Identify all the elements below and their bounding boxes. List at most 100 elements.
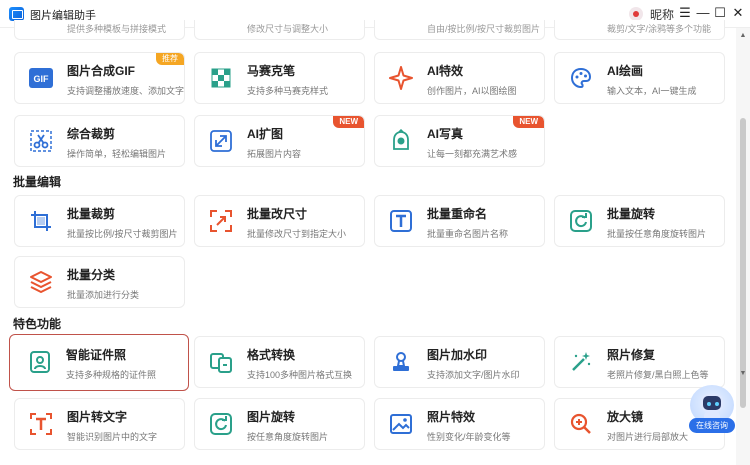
robot-eye xyxy=(707,402,711,406)
feature-card-photo-effect[interactable]: 照片特效 性别变化/年龄变化等 xyxy=(374,398,545,450)
avatar[interactable] xyxy=(629,7,643,21)
feature-card-rotate[interactable]: 图片旋转 按任意角度旋转图片 xyxy=(194,398,365,450)
feature-card-ai-effect[interactable]: AI特效 创作图片，AI以图绘图 xyxy=(374,52,545,104)
card-desc: 批量添加进行分类 xyxy=(67,290,140,300)
restore-icon xyxy=(567,348,595,376)
card-desc: 提供多种模板与拼接模式 xyxy=(67,24,167,34)
card-title: 批量旋转 xyxy=(607,207,656,221)
card-desc: 批量按任意角度旋转图片 xyxy=(607,229,707,239)
feature-card-partial[interactable]: 修改尺寸与调整大小 xyxy=(194,20,365,40)
feature-card-mosaic[interactable]: 马赛克笔 支持多种马赛克样式 xyxy=(194,52,365,104)
card-title: 图片加水印 xyxy=(427,348,488,362)
new-badge: NEW xyxy=(333,116,364,128)
feature-card-batch-rotate[interactable]: 批量旋转 批量按任意角度旋转图片 xyxy=(554,195,725,247)
batch-resize-icon xyxy=(207,207,235,235)
card-title: AI特效 xyxy=(427,64,464,78)
feature-card-ai-painting[interactable]: AI绘画 输入文本，AI一键生成 xyxy=(554,52,725,104)
card-title: 图片合成GIF xyxy=(67,64,135,78)
card-desc: 让每一刻都充满艺术感 xyxy=(427,149,518,159)
feature-card-gif[interactable]: GIF 图片合成GIF 支持调整播放速度、添加文字 推荐 xyxy=(14,52,185,104)
card-desc: 支持多种规格的证件照 xyxy=(66,370,157,380)
card-desc: 支持调整播放速度、添加文字 xyxy=(67,86,185,96)
feature-card-watermark[interactable]: 图片加水印 支持添加文字/图片水印 xyxy=(374,336,545,388)
card-desc: 性别变化/年龄变化等 xyxy=(427,432,511,442)
online-consult-button[interactable]: 在线咨询 xyxy=(689,418,735,433)
card-desc: 智能识别图片中的文字 xyxy=(67,432,158,442)
card-desc: 支持添加文字/图片水印 xyxy=(427,370,520,380)
feature-card-ocr[interactable]: 图片转文字 智能识别图片中的文字 xyxy=(14,398,185,450)
menu-button[interactable]: ☰ xyxy=(677,5,693,21)
card-title: 格式转换 xyxy=(247,348,296,362)
app-logo-icon xyxy=(9,7,24,21)
card-desc: 自由/按比例/按尺寸裁剪图片 xyxy=(427,24,541,34)
feature-card-partial[interactable]: 裁剪/文字/涂鸦等多个功能 xyxy=(554,20,725,40)
palette-icon xyxy=(567,64,595,92)
feature-card-partial[interactable]: 提供多种模板与拼接模式 xyxy=(14,20,185,40)
online-consult-widget[interactable]: 在线咨询 xyxy=(689,385,735,435)
maximize-button[interactable]: ☐ xyxy=(712,5,728,21)
section-title-batch: 批量编辑 xyxy=(13,175,62,189)
minimize-button[interactable]: — xyxy=(695,5,711,21)
card-title: 马赛克笔 xyxy=(247,64,296,78)
feature-card-photo-restore[interactable]: 照片修复 老照片修复/黑白照上色等 xyxy=(554,336,725,388)
card-title: 放大镜 xyxy=(607,410,644,424)
batch-classify-icon xyxy=(27,268,55,296)
card-title: AI写真 xyxy=(427,127,464,141)
card-desc: 修改尺寸与调整大小 xyxy=(247,24,329,34)
card-title: 照片特效 xyxy=(427,410,476,424)
feature-card-ai-portrait[interactable]: AI写真 让每一刻都充满艺术感 NEW xyxy=(374,115,545,167)
mosaic-icon xyxy=(207,64,235,92)
id-photo-icon xyxy=(26,348,54,376)
batch-rename-icon xyxy=(387,207,415,235)
format-convert-icon xyxy=(207,348,235,376)
feature-card-batch-resize[interactable]: 批量改尺寸 批量修改尺寸到指定大小 xyxy=(194,195,365,247)
feature-card-batch-classify[interactable]: 批量分类 批量添加进行分类 xyxy=(14,256,185,308)
expand-icon xyxy=(207,127,235,155)
ocr-icon xyxy=(27,410,55,438)
batch-rotate-icon xyxy=(567,207,595,235)
card-title: AI扩图 xyxy=(247,127,284,141)
card-desc: 支持100多种图片格式互换 xyxy=(247,370,353,380)
card-title: 批量重命名 xyxy=(427,207,488,221)
batch-crop-icon xyxy=(27,207,55,235)
card-title: 批量分类 xyxy=(67,268,116,282)
feature-card-id-photo[interactable]: 智能证件照 支持多种规格的证件照 xyxy=(9,334,189,391)
card-title: AI绘画 xyxy=(607,64,644,78)
gif-icon: GIF xyxy=(27,64,55,92)
robot-eye xyxy=(715,402,719,406)
watermark-icon xyxy=(387,348,415,376)
feature-card-partial[interactable]: 自由/按比例/按尺寸裁剪图片 xyxy=(374,20,545,40)
card-desc: 老照片修复/黑白照上色等 xyxy=(607,370,709,380)
card-desc: 输入文本，AI一键生成 xyxy=(607,86,697,96)
card-title: 批量改尺寸 xyxy=(247,207,308,221)
card-title: 批量裁剪 xyxy=(67,207,116,221)
scroll-down-arrow-icon[interactable]: ▼ xyxy=(736,368,750,380)
section-title-special: 特色功能 xyxy=(13,317,62,331)
card-title: 智能证件照 xyxy=(66,348,127,362)
portrait-icon xyxy=(387,127,415,155)
feature-card-ai-expand[interactable]: AI扩图 拓展图片内容 NEW xyxy=(194,115,365,167)
feature-card-batch-rename[interactable]: 批量重命名 批量重命名图片名称 xyxy=(374,195,545,247)
card-title: 图片转文字 xyxy=(67,410,128,424)
card-desc: 批量重命名图片名称 xyxy=(427,229,509,239)
card-desc: 对图片进行局部放大 xyxy=(607,432,689,442)
feature-card-crop[interactable]: 综合裁剪 操作简单，轻松编辑图片 xyxy=(14,115,185,167)
robot-head xyxy=(701,394,723,412)
scrollbar-thumb[interactable] xyxy=(740,118,746,408)
feature-card-format-convert[interactable]: 格式转换 支持100多种图片格式互换 xyxy=(194,336,365,388)
photo-effect-icon xyxy=(387,410,415,438)
close-button[interactable]: ✕ xyxy=(730,5,746,21)
card-desc: 操作简单，轻松编辑图片 xyxy=(67,149,167,159)
card-title: 综合裁剪 xyxy=(67,127,116,141)
card-desc: 创作图片，AI以图绘图 xyxy=(427,86,517,96)
rotate-icon xyxy=(207,410,235,438)
feature-card-batch-crop[interactable]: 批量裁剪 批量按比例/按尺寸裁剪图片 xyxy=(14,195,185,247)
new-badge: NEW xyxy=(513,116,544,128)
magnifier-icon xyxy=(567,410,595,438)
scissors-icon xyxy=(27,127,55,155)
card-title: 图片旋转 xyxy=(247,410,296,424)
scroll-up-arrow-icon[interactable]: ▲ xyxy=(736,30,750,42)
card-desc: 批量按比例/按尺寸裁剪图片 xyxy=(67,229,178,239)
svg-text:GIF: GIF xyxy=(34,74,50,84)
recommend-badge: 推荐 xyxy=(156,53,184,65)
